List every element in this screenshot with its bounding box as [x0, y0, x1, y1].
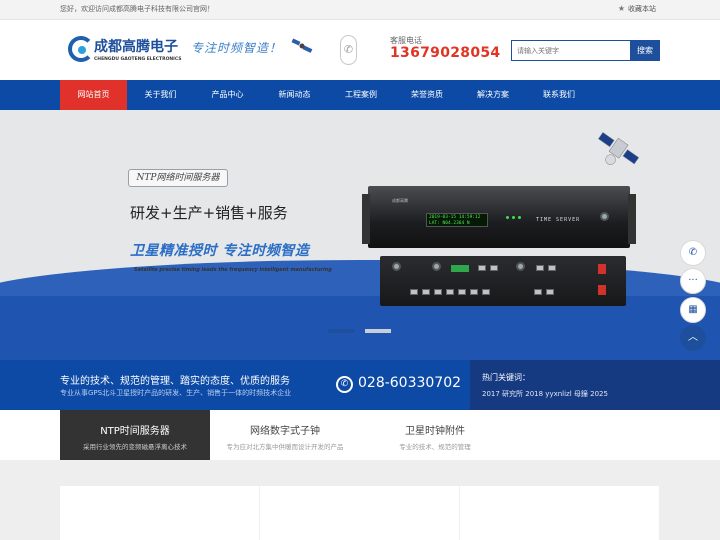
satellite-icon: [597, 131, 640, 165]
main-nav: 网站首页 关于我们 产品中心 新闻动态 工程案例 荣誉资质 解决方案 联系我们: [0, 80, 720, 110]
tab-digital-clock[interactable]: 网络数字式子钟 专为应对北方集中供暖而设计开发的产品: [210, 410, 360, 460]
service-phone: 028-60330702: [358, 375, 462, 391]
logo-chinese-name: 成都高腾电子: [94, 39, 178, 55]
search-button[interactable]: 搜索: [630, 40, 660, 61]
chat-icon[interactable]: ···: [680, 268, 706, 294]
company-logo[interactable]: 成都高腾电子 CHENGDU GAOTENG ELECTRONICS: [68, 36, 182, 68]
banner-product-tag: NTP网络时间服务器: [128, 169, 228, 187]
phone-circle-icon: ✆: [340, 35, 357, 65]
carousel-dot-1[interactable]: [328, 329, 354, 333]
header-slogan: 专注时频智造！: [191, 41, 283, 55]
product-card[interactable]: [260, 486, 459, 540]
logo-mark-icon: [68, 36, 94, 62]
server-label: TIME SERVER: [536, 217, 581, 223]
nav-item-contact[interactable]: 联系我们: [526, 80, 592, 110]
search-input[interactable]: [511, 40, 631, 61]
product-card[interactable]: [60, 486, 259, 540]
time-server-rear-panel: [380, 256, 626, 306]
nav-item-honors[interactable]: 荣誉资质: [394, 80, 460, 110]
hot-keywords-label: 热门关键词：: [482, 373, 530, 382]
hot-keywords-list[interactable]: 2017 研究所 2018 yyxnlizl 母鐘 2025: [482, 389, 608, 399]
welcome-text: 您好，欢迎访问成都高腾电子科技有限公司官网！: [60, 5, 214, 13]
product-tabs: NTP时间服务器 采用行业领先的变频磁悬浮离心技术 网络数字式子钟 专为应对北方…: [0, 410, 720, 460]
product-card[interactable]: [460, 486, 659, 540]
phone-icon[interactable]: ✆: [680, 240, 706, 266]
info-subtitle: 专业从事GPS北斗卫星授时产品的研发、生产、销售于一体的时频技术企业: [60, 389, 292, 397]
hot-keywords-box: 热门关键词： 2017 研究所 2018 yyxnlizl 母鐘 2025: [470, 360, 720, 410]
server-lcd: 2019-03-15 14:59:12 LAT: N04.2364 N: [426, 213, 488, 227]
nav-item-solutions[interactable]: 解决方案: [460, 80, 526, 110]
tab-subtitle: 专业的技术、规范的管理: [399, 443, 471, 451]
phone-icon: ✆: [336, 376, 353, 393]
tab-subtitle: 采用行业领先的变频磁悬浮离心技术: [83, 443, 187, 451]
tab-ntp-server[interactable]: NTP时间服务器 采用行业领先的变频磁悬浮离心技术: [60, 410, 210, 460]
nav-item-home[interactable]: 网站首页: [60, 80, 127, 110]
time-server-device: 成都高腾 2019-03-15 14:59:12 LAT: N04.2364 N…: [362, 186, 636, 248]
favorite-label: 收藏本站: [628, 5, 656, 13]
nav-item-products[interactable]: 产品中心: [194, 80, 261, 110]
tab-title: 网络数字式子钟: [250, 426, 320, 437]
arrow-up-icon[interactable]: ︿: [680, 325, 706, 351]
info-title: 专业的技术、规范的管理、踏实的态度、优质的服务: [60, 376, 290, 387]
info-strip: 专业的技术、规范的管理、踏实的态度、优质的服务 专业从事GPS北斗卫星授时产品的…: [0, 360, 720, 410]
logo-english-name: CHENGDU GAOTENG ELECTRONICS: [94, 57, 182, 62]
nav-item-about[interactable]: 关于我们: [127, 80, 194, 110]
site-header: 成都高腾电子 CHENGDU GAOTENG ELECTRONICS 专注时频智…: [0, 20, 720, 80]
carousel-dot-2[interactable]: [365, 329, 391, 333]
star-icon: ★: [617, 4, 625, 13]
hotline-number: 13679028054: [390, 45, 501, 61]
tab-subtitle: 专为应对北方集中供暖而设计开发的产品: [226, 443, 344, 451]
server-brand: 成都高腾: [392, 198, 408, 203]
tab-satellite-accessories[interactable]: 卫星时钟附件 专业的技术、规范的管理: [360, 410, 510, 460]
product-cards: [0, 460, 720, 540]
lcd-line-2: LAT: N04.2364 N: [429, 221, 470, 226]
qrcode-icon[interactable]: ▦: [680, 297, 706, 323]
banner-headline: 研发+生产+销售+服务: [130, 204, 288, 222]
hero-banner[interactable]: NTP网络时间服务器 研发+生产+销售+服务 卫星精准授时 专注时频智造 Sat…: [0, 110, 720, 360]
add-favorite-link[interactable]: ★ 收藏本站: [618, 4, 656, 14]
nav-item-cases[interactable]: 工程案例: [328, 80, 394, 110]
banner-slogan: 卫星精准授时 专注时频智造: [130, 243, 310, 259]
top-bar: 您好，欢迎访问成都高腾电子科技有限公司官网！ ★ 收藏本站: [0, 0, 720, 20]
tab-title: NTP时间服务器: [100, 426, 170, 437]
tab-title: 卫星时钟附件: [405, 426, 465, 437]
nav-item-news[interactable]: 新闻动态: [261, 80, 328, 110]
banner-english-slogan: Satellite precise timing leads the frequ…: [134, 267, 332, 273]
satellite-icon: [291, 38, 313, 53]
